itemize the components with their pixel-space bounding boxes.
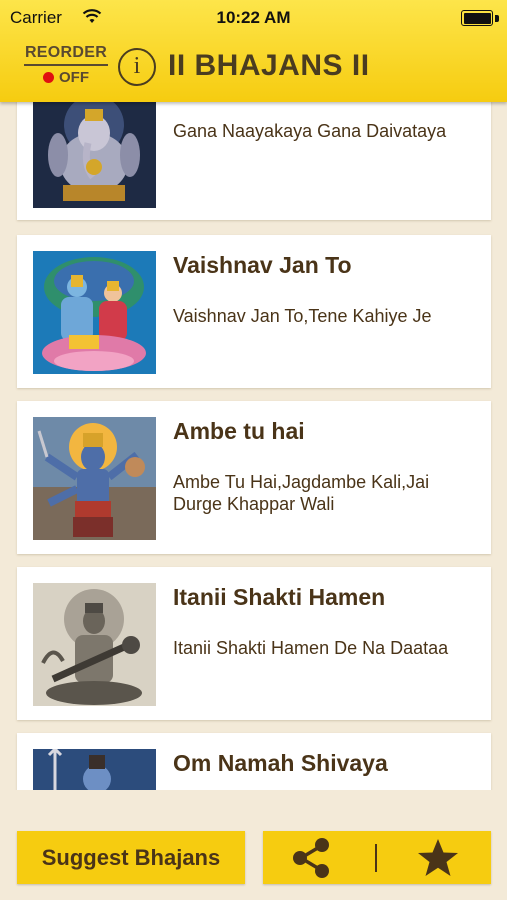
action-group [263,831,491,884]
suggest-bhajans-button[interactable]: Suggest Bhajans [17,831,245,884]
bhajan-subtitle: Gana Naayakaya Gana Daivataya [173,121,447,141]
status-bar: Carrier 10:22 AM [0,0,507,36]
reorder-divider [24,64,108,66]
bottom-bar: Suggest Bhajans [0,790,507,900]
share-button[interactable] [287,837,335,879]
favorite-button[interactable] [415,837,461,879]
bhajan-card[interactable]: Ambe tu hai Ambe Tu Hai,Jagdambe Kali,Ja… [17,401,491,554]
bhajan-subtitle: Itanii Shakti Hamen De Na Daataa [173,638,449,658]
bhajan-title: Om Namah Shivaya [173,750,388,776]
action-divider [375,844,377,872]
reorder-off-dot-icon [43,72,54,83]
bhajan-title: Itanii Shakti Hamen [173,584,386,610]
status-time: 10:22 AM [216,8,291,27]
bhajan-card[interactable]: Gana Naayakaya Gana Daivataya [17,102,491,220]
reorder-state: OFF [24,69,108,86]
bhajan-title: Ambe tu hai [173,418,305,444]
top-bar: Carrier 10:22 AM REORDER OFF i II BHAJAN… [0,0,507,102]
ganesha-image [33,102,156,208]
bhajan-title: Vaishnav Jan To [173,252,352,278]
page-title: II BHAJANS II [168,49,370,82]
info-icon: i [133,53,141,79]
battery-tip [495,15,499,22]
share-icon [293,838,329,878]
bhajan-list[interactable]: Gana Naayakaya Gana Daivataya Vaishnav J… [0,102,507,790]
star-icon [418,839,458,876]
bhajan-subtitle: Vaishnav Jan To,Tene Kahiye Je [173,306,432,326]
vishnu-lakshmi-image [33,251,156,374]
shiva-image [33,749,156,790]
kali-image [33,417,156,540]
reorder-state-label: OFF [59,69,89,86]
bhajan-subtitle: Ambe Tu Hai,Jagdambe Kali,Jai Durge Khap… [173,472,430,514]
saraswati-image [33,583,156,706]
reorder-label: REORDER [24,44,108,61]
battery-icon [461,10,493,26]
reorder-toggle[interactable]: REORDER OFF [24,44,108,90]
bhajan-card[interactable]: Itanii Shakti Hamen Itanii Shakti Hamen … [17,567,491,720]
bhajan-card[interactable]: Om Namah Shivaya [17,733,491,790]
bhajan-card[interactable]: Vaishnav Jan To Vaishnav Jan To,Tene Kah… [17,235,491,388]
info-button[interactable]: i [118,48,156,86]
